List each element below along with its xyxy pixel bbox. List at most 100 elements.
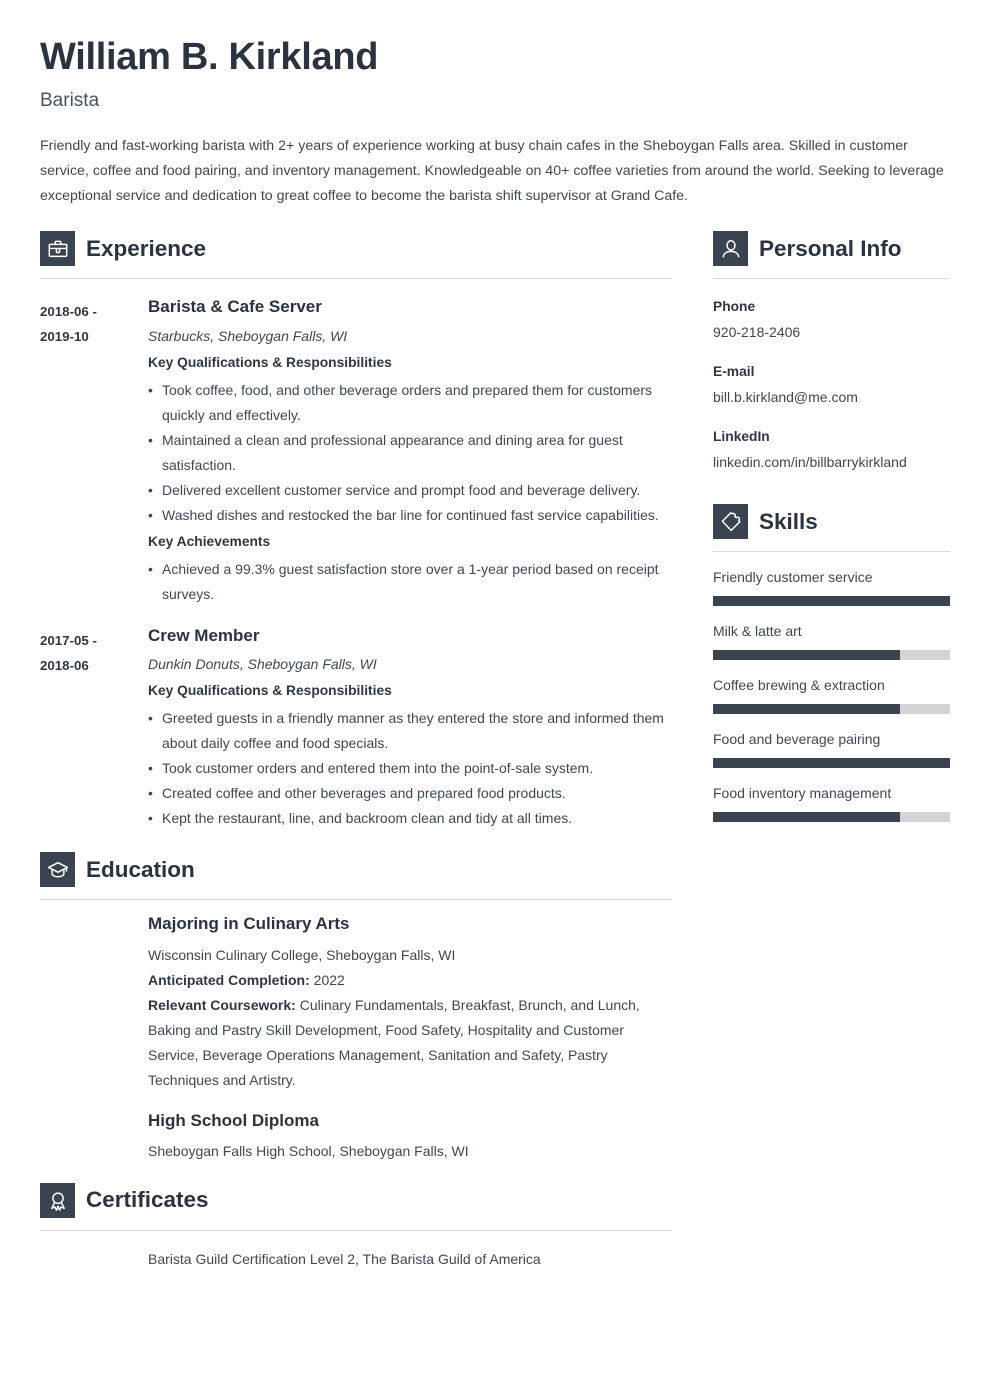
qualifications-list: Greeted guests in a friendly manner as t…	[148, 706, 672, 831]
skill-label: Friendly customer service	[713, 569, 873, 586]
experience-dates: 2017-05 - 2018-06	[40, 626, 148, 678]
skill-label: Coffee brewing & extraction	[713, 677, 885, 694]
linkedin-value[interactable]: linkedin.com/in/billbarrykirkland	[713, 450, 950, 474]
person-icon	[713, 231, 748, 267]
education-coursework: Relevant Coursework: Culinary Fundamenta…	[148, 993, 672, 1093]
briefcase-icon	[40, 231, 75, 267]
education-completion-value: 2022	[313, 971, 345, 988]
skill-bar-fill	[713, 650, 901, 661]
main-column: Experience 2018-06 - 2019-10 Barista & C…	[40, 231, 672, 1272]
education-heading: Education	[40, 852, 672, 888]
education-school: Sheboygan Falls High School, Sheboygan F…	[148, 1143, 469, 1160]
skill-item: Milk & latte art	[713, 620, 950, 661]
education-section: Education Majoring in Culinary Arts Wisc…	[40, 852, 672, 1164]
skills-divider	[713, 551, 950, 553]
personal-info-field: LinkedIn linkedin.com/in/billbarrykirkla…	[713, 426, 950, 474]
job-company: Dunkin Donuts, Sheboygan Falls, WI	[148, 656, 377, 673]
experience-divider	[40, 278, 672, 280]
skill-label: Food inventory management	[713, 785, 892, 802]
sidebar-column: Personal Info Phone 920-218-2406 E-mail …	[713, 231, 950, 823]
education-completion: Anticipated Completion: 2022	[148, 968, 672, 993]
education-school: Wisconsin Culinary College, Sheboygan Fa…	[148, 946, 456, 963]
certificates-divider	[40, 1230, 672, 1232]
qualifications-list: Took coffee, food, and other beverage or…	[148, 378, 672, 528]
date-to: 2019-10	[40, 329, 89, 345]
award-ribbon-icon	[40, 1183, 75, 1219]
certificates-heading: Certificates	[40, 1183, 672, 1219]
date-to: 2018-06	[40, 657, 89, 673]
qualifications-label: Key Qualifications & Responsibilities	[148, 354, 392, 370]
job-company: Starbucks, Sheboygan Falls, WI	[148, 327, 348, 344]
list-item: Achieved a 99.3% guest satisfaction stor…	[148, 557, 672, 607]
list-item: Took coffee, food, and other beverage or…	[148, 378, 672, 428]
skills-heading: Skills	[713, 504, 950, 540]
resume-header: William B. Kirkland Barista Friendly and…	[0, 0, 990, 209]
date-from: 2017-05 -	[40, 632, 97, 648]
email-value[interactable]: bill.b.kirkland@me.com	[713, 385, 950, 409]
skill-bar-fill	[713, 758, 950, 769]
education-entry: Majoring in Culinary Arts Wisconsin Culi…	[148, 914, 672, 1092]
skills-section: Skills Friendly customer service Milk & …	[713, 504, 950, 823]
job-role: Barista & Cafe Server	[148, 297, 322, 317]
skill-label: Food and beverage pairing	[713, 731, 881, 748]
list-item: Took customer orders and entered them in…	[148, 756, 672, 781]
skill-item: Coffee brewing & extraction	[713, 674, 950, 715]
education-title: Education	[86, 856, 195, 882]
certificates-section: Certificates Barista Guild Certification…	[40, 1183, 672, 1272]
list-item: Greeted guests in a friendly manner as t…	[148, 706, 672, 756]
list-item: Created coffee and other beverages and p…	[148, 781, 672, 806]
skills-title: Skills	[759, 508, 818, 534]
list-item: Kept the restaurant, line, and backroom …	[148, 806, 672, 831]
experience-title: Experience	[86, 235, 207, 261]
skill-bar-fill	[713, 596, 950, 607]
skill-bar-track	[713, 758, 950, 769]
puzzle-piece-icon	[713, 504, 748, 540]
skill-bar-fill	[713, 704, 901, 715]
graduation-cap-icon	[40, 852, 75, 888]
personal-info-section: Personal Info Phone 920-218-2406 E-mail …	[713, 231, 950, 474]
date-from: 2018-06 -	[40, 304, 97, 320]
personal-info-divider	[713, 278, 950, 280]
professional-summary: Friendly and fast-working barista with 2…	[40, 138, 944, 205]
experience-entry: 2017-05 - 2018-06 Crew Member Dunkin Don…	[40, 626, 672, 831]
field-label: LinkedIn	[713, 429, 770, 445]
personal-info-heading: Personal Info	[713, 231, 950, 267]
skill-bar-track	[713, 650, 950, 661]
candidate-name: William B. Kirkland	[40, 36, 379, 78]
resume-body: Experience 2018-06 - 2019-10 Barista & C…	[0, 231, 990, 1272]
field-label: Phone	[713, 299, 756, 315]
personal-info-field: E-mail bill.b.kirkland@me.com	[713, 361, 950, 409]
skill-bar-track	[713, 704, 950, 715]
candidate-job-title: Barista	[40, 89, 100, 111]
education-degree: Majoring in Culinary Arts	[148, 914, 350, 934]
education-coursework-label: Relevant Coursework:	[148, 996, 296, 1013]
education-degree: High School Diploma	[148, 1110, 319, 1130]
certificates-title: Certificates	[86, 1187, 209, 1213]
education-divider	[40, 899, 672, 901]
experience-section: Experience 2018-06 - 2019-10 Barista & C…	[40, 231, 672, 831]
experience-entry: 2018-06 - 2019-10 Barista & Cafe Server …	[40, 297, 672, 606]
skill-bar-track	[713, 596, 950, 607]
experience-entry-body: Crew Member Dunkin Donuts, Sheboygan Fal…	[148, 626, 672, 831]
list-item: Delivered excellent customer service and…	[148, 478, 672, 503]
qualifications-label: Key Qualifications & Responsibilities	[148, 683, 392, 699]
education-completion-label: Anticipated Completion:	[148, 971, 310, 988]
certificate-item: Barista Guild Certification Level 2, The…	[148, 1251, 541, 1268]
certificates-list: Barista Guild Certification Level 2, The…	[148, 1247, 672, 1272]
achievements-list: Achieved a 99.3% guest satisfaction stor…	[148, 557, 672, 607]
phone-value: 920-218-2406	[713, 324, 801, 341]
skill-item: Food inventory management	[713, 782, 950, 823]
achievements-label: Key Achievements	[148, 533, 271, 549]
personal-info-field: Phone 920-218-2406	[713, 296, 950, 344]
experience-dates: 2018-06 - 2019-10	[40, 297, 148, 349]
skill-item: Friendly customer service	[713, 566, 950, 607]
experience-entry-body: Barista & Cafe Server Starbucks, Sheboyg…	[148, 297, 672, 606]
skill-bar-fill	[713, 812, 901, 823]
list-item: Washed dishes and restocked the bar line…	[148, 503, 672, 528]
education-entry: High School Diploma Sheboygan Falls High…	[148, 1111, 672, 1164]
skill-bar-track	[713, 812, 950, 823]
experience-heading: Experience	[40, 231, 672, 267]
personal-info-title: Personal Info	[759, 235, 902, 261]
field-label: E-mail	[713, 364, 755, 380]
skill-label: Milk & latte art	[713, 623, 802, 640]
